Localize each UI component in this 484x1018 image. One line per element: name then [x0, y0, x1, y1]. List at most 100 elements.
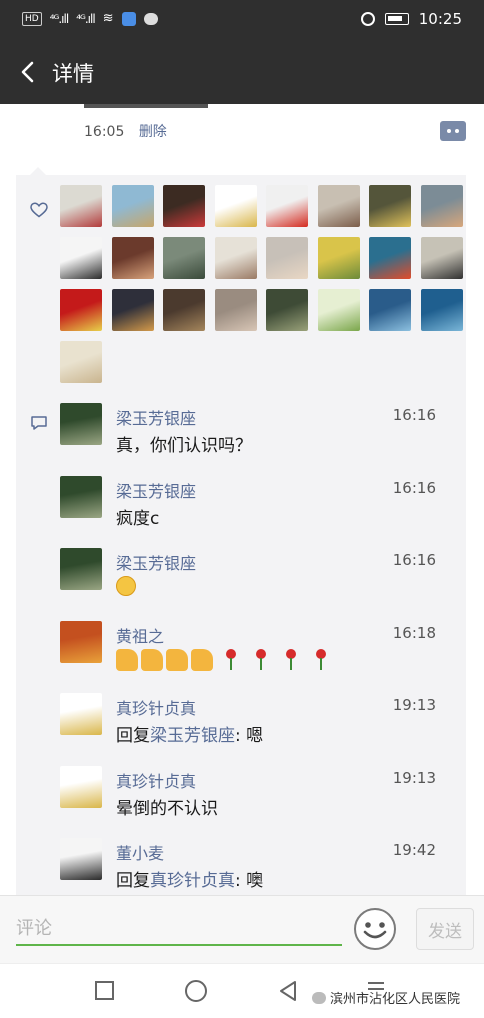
like-avatar[interactable]: [214, 289, 257, 331]
commenter-avatar[interactable]: [60, 475, 102, 518]
comment-input-bar: 发送: [0, 895, 484, 963]
commenter-avatar[interactable]: [60, 765, 102, 808]
post-image[interactable]: [84, 104, 208, 108]
like-avatar[interactable]: [60, 341, 102, 383]
send-button[interactable]: 发送: [416, 908, 474, 950]
header-bar: 详情: [0, 40, 484, 104]
comment-text: 晕倒的不认识: [116, 798, 218, 819]
comment-text: [116, 576, 136, 596]
rose-emoji-icon: [283, 648, 299, 671]
signal-icon-2: ⁴ᴳ.ıll: [76, 11, 96, 26]
like-avatar[interactable]: [317, 185, 360, 227]
comment-item[interactable]: 梁玉芳银座 16:16 疯度c: [60, 475, 450, 548]
shield-icon: [121, 11, 136, 26]
like-avatar[interactable]: [317, 237, 360, 279]
comment-icon: [31, 416, 47, 430]
like-avatar[interactable]: [420, 289, 463, 331]
heart-icon: [30, 202, 48, 218]
back-arrow-icon[interactable]: [14, 56, 44, 88]
like-avatar[interactable]: [369, 237, 411, 279]
commenter-name[interactable]: 黄祖之: [116, 623, 164, 647]
comment-time: 19:13: [392, 768, 436, 787]
comment-item[interactable]: 梁玉芳银座 16:16: [60, 548, 450, 620]
like-avatar[interactable]: [214, 185, 257, 227]
comment-item[interactable]: 梁玉芳银座 16:16 真，你们认识吗？: [60, 403, 450, 475]
reply-body: : 嗯: [235, 726, 264, 746]
commenter-name[interactable]: 真珍针贞真: [116, 768, 196, 792]
like-avatar[interactable]: [266, 185, 308, 227]
like-avatar[interactable]: [266, 237, 308, 279]
comment-time: 16:16: [392, 551, 436, 569]
rose-emoji-icon: [223, 648, 239, 671]
commenter-name[interactable]: 梁玉芳银座: [116, 405, 196, 429]
rose-emoji-icon: [253, 648, 269, 671]
comment-time: 16:16: [392, 478, 436, 497]
thumbs-up-emoji-icon: [116, 648, 138, 671]
comment-input[interactable]: [16, 912, 342, 946]
commenter-name[interactable]: 董小麦: [116, 840, 164, 864]
reply-target-name[interactable]: 梁玉芳银座: [150, 726, 235, 746]
comment-item[interactable]: 黄祖之 16:18: [60, 620, 450, 693]
page-title: 详情: [52, 62, 94, 86]
post-meta: 16:05 删除: [84, 121, 167, 141]
like-avatar[interactable]: [111, 289, 154, 331]
commenter-name[interactable]: 真珍针贞真: [116, 695, 196, 719]
battery-icon: [384, 13, 409, 25]
chat-notification-icon: [143, 12, 158, 25]
comment-item[interactable]: 真珍针贞真 19:13 回复梁玉芳银座: 嗯: [60, 693, 450, 765]
thumbs-up-emoji-icon: [191, 648, 213, 671]
smiley-icon: [363, 922, 387, 939]
commenter-name[interactable]: 梁玉芳银座: [116, 550, 196, 574]
system-back-icon[interactable]: [276, 979, 300, 1003]
home-icon[interactable]: [185, 980, 207, 1002]
signal-icon: ⁴ᴳ.ıll: [49, 11, 70, 26]
comment-time: 16:18: [392, 623, 436, 642]
tongue-out-emoji-icon: [116, 576, 136, 596]
thumbs-up-emoji-icon: [141, 648, 163, 671]
like-avatar[interactable]: [111, 185, 154, 227]
reply-target-name[interactable]: 真珍针贞真: [150, 871, 235, 891]
commenter-avatar[interactable]: [60, 693, 102, 735]
delete-link[interactable]: 删除: [139, 124, 167, 140]
comment-text: 回复梁玉芳银座: 嗯: [116, 721, 263, 746]
like-avatar[interactable]: [420, 237, 463, 279]
like-avatar[interactable]: [420, 185, 463, 227]
like-avatar[interactable]: [317, 289, 360, 331]
like-avatar[interactable]: [163, 237, 205, 279]
like-avatar[interactable]: [60, 237, 102, 279]
comment-time: 16:16: [392, 406, 436, 424]
comment-text: 真，你们认识吗？: [116, 436, 252, 456]
reply-body: : 噢: [235, 871, 264, 891]
like-avatar[interactable]: [163, 185, 205, 227]
like-avatar[interactable]: [266, 289, 308, 331]
commenter-avatar[interactable]: [60, 403, 102, 445]
like-avatar[interactable]: [369, 289, 411, 331]
like-avatar[interactable]: [111, 237, 154, 279]
post-time: 16:05: [84, 124, 125, 140]
recent-apps-icon[interactable]: [95, 981, 114, 1000]
more-actions-icon[interactable]: [440, 121, 466, 141]
commenter-avatar[interactable]: [60, 838, 102, 880]
reply-prefix: 回复: [116, 871, 150, 891]
commenter-avatar[interactable]: [60, 548, 102, 590]
commenter-avatar[interactable]: [60, 620, 102, 663]
watermark: 滨州市沾化区人民医院: [312, 988, 460, 1007]
like-avatar[interactable]: [163, 289, 205, 331]
comment-text: 回复真珍针贞真: 噢: [116, 866, 263, 891]
comment-item[interactable]: 真珍针贞真 19:13 晕倒的不认识: [60, 765, 450, 838]
reply-prefix: 回复: [116, 726, 150, 746]
wifi-icon: ≋: [102, 11, 114, 26]
status-bar: HD ⁴ᴳ.ıll ⁴ᴳ.ıll ≋ 10:25: [0, 0, 484, 40]
like-avatar[interactable]: [60, 185, 102, 227]
like-avatar[interactable]: [214, 237, 257, 279]
rose-emoji-icon: [313, 648, 329, 671]
commenter-name[interactable]: 梁玉芳银座: [116, 478, 196, 502]
hd-indicator: HD: [22, 11, 42, 26]
system-nav-bar: 滨州市沾化区人民医院: [0, 963, 484, 1018]
status-time: 10:25: [418, 10, 462, 28]
watermark-text: 滨州市沾化区人民医院: [330, 992, 461, 1007]
like-avatar[interactable]: [369, 185, 411, 227]
wechat-icon: [312, 991, 326, 1004]
emoji-button[interactable]: [354, 908, 396, 950]
like-avatar[interactable]: [60, 289, 102, 331]
